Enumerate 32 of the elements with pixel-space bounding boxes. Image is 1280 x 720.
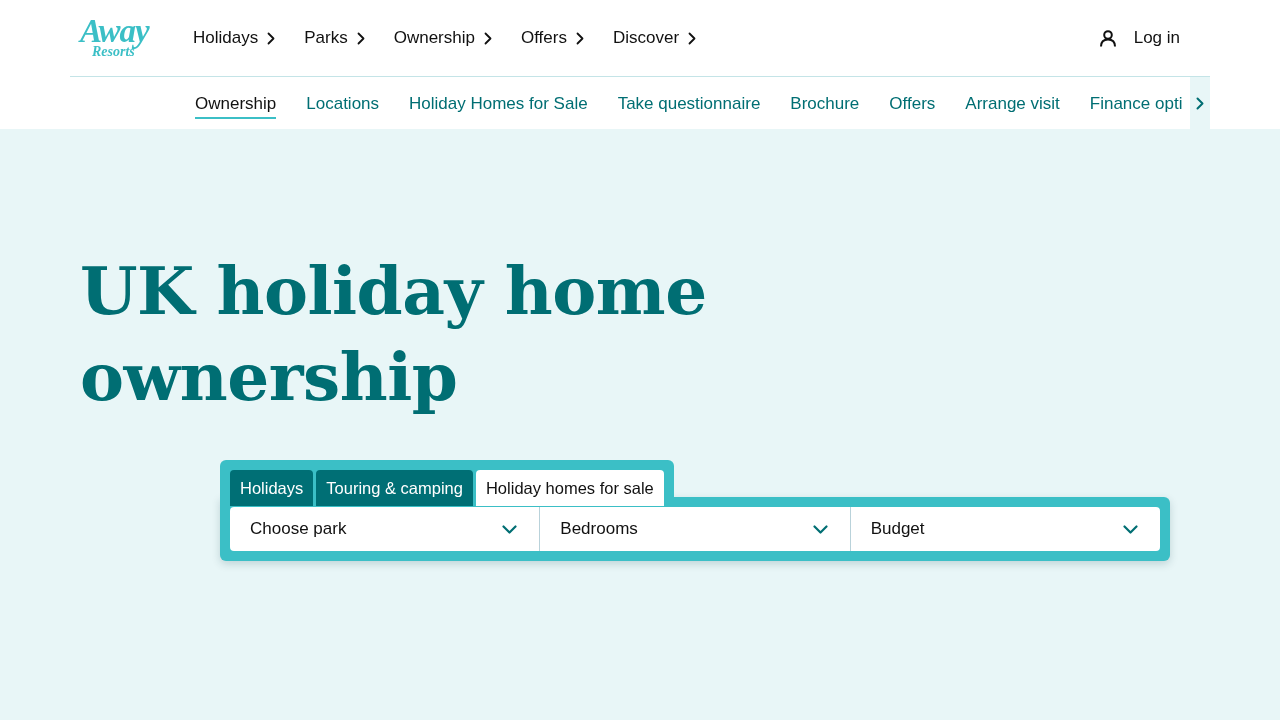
chevron-right-icon [688,31,697,45]
nav-menu-item[interactable]: Offers [520,28,584,48]
scroll-right-button[interactable] [1190,77,1210,129]
chevron-right-icon [267,31,276,45]
dropdown-field[interactable]: Choose park [230,507,540,551]
subnav-link[interactable]: Finance opti [1089,91,1183,119]
subnav-link[interactable]: Brochure [790,91,860,119]
nav-menu-item[interactable]: Discover [612,28,697,48]
chevron-down-icon [502,524,518,534]
chevron-down-icon [1123,524,1138,534]
subnav-link[interactable]: Holiday Homes for Sale [409,91,588,119]
subnav-link[interactable]: Take questionnaire [617,91,761,119]
subnav-link[interactable]: Locations [306,91,380,119]
subnav-link[interactable]: Ownership [195,91,277,119]
search-tab[interactable]: Holidays [230,470,314,506]
nav-menu-item[interactable]: Ownership [393,28,492,48]
dropdown-field[interactable]: Bedrooms [539,507,850,551]
chevron-right-icon [575,31,584,45]
hero-heading: UK holiday home ownership [80,251,708,418]
search-tab[interactable]: Holiday homes for sale [475,470,664,506]
user-icon [1099,29,1116,47]
chevron-right-icon [356,31,365,45]
nav-menu-item[interactable]: Holidays [193,28,276,48]
login-button[interactable]: Log in [1099,28,1180,48]
dropdown-field[interactable]: Budget [849,507,1160,551]
subnav-link[interactable]: Offers [889,91,936,119]
chevron-right-icon [483,31,492,45]
nav-menu-item[interactable]: Parks [304,28,365,48]
subnav-link[interactable]: Arrange visit [965,91,1060,119]
chevron-right-icon [1196,96,1204,110]
search-tab[interactable]: Touring & camping [316,470,473,506]
chevron-down-icon [812,524,828,534]
